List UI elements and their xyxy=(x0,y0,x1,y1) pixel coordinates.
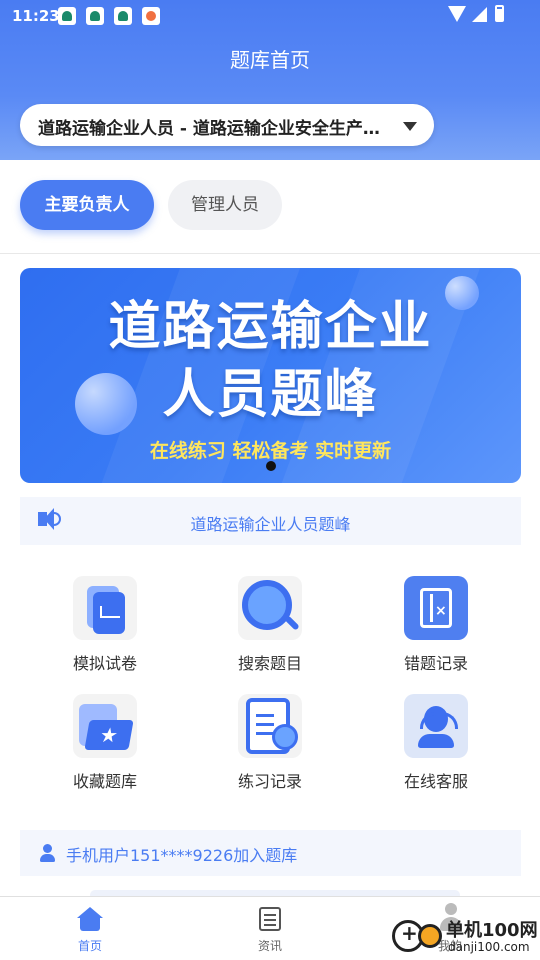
battery-icon xyxy=(495,5,504,22)
banner-title-line1: 道路运输企业 xyxy=(108,297,433,357)
mock-exam-icon xyxy=(73,576,137,640)
feature-label: 错题记录 xyxy=(403,654,468,673)
feature-label: 练习记录 xyxy=(237,772,302,791)
watermark-url: danji100.com xyxy=(448,940,530,954)
announcement-bar[interactable]: 道路运输企业人员题峰 xyxy=(20,497,521,545)
feature-label: 在线客服 xyxy=(403,772,468,791)
tab-managers[interactable]: 管理人员 xyxy=(168,180,282,230)
app-notification-icon xyxy=(86,7,104,25)
banner-title-line2: 人员题峰 xyxy=(162,365,379,425)
feature-label: 收藏题库 xyxy=(72,772,137,791)
status-bar: 11:23 xyxy=(0,0,540,32)
join-notice-bar: 手机用户151****9226加入题库 xyxy=(20,830,521,876)
wrong-questions-icon xyxy=(404,576,468,640)
feature-customer-service[interactable]: 在线客服 xyxy=(366,690,506,800)
watermark-logo-icon xyxy=(418,924,442,948)
watermark: 单机100网 danji100.com xyxy=(392,914,538,958)
customer-service-icon xyxy=(404,694,468,758)
wifi-icon xyxy=(448,6,466,22)
feature-practice-record[interactable]: 练习记录 xyxy=(200,690,340,800)
status-time: 11:23 xyxy=(12,7,60,25)
feature-label: 搜索题目 xyxy=(237,654,302,673)
carousel-indicator[interactable] xyxy=(266,461,276,471)
feature-mock-exam[interactable]: 模拟试卷 xyxy=(35,572,175,682)
news-icon xyxy=(259,907,281,931)
user-icon xyxy=(40,844,55,862)
banner-subtitle: 在线练习 轻松备考 实时更新 xyxy=(149,440,392,462)
feature-favorites[interactable]: 收藏题库 xyxy=(35,690,175,800)
practice-record-icon xyxy=(238,694,302,758)
health-app-notification-icon xyxy=(142,7,160,25)
app-notification-icon xyxy=(114,7,132,25)
feature-wrong-questions[interactable]: 错题记录 xyxy=(366,572,506,682)
promo-banner[interactable]: 道路运输企业 人员题峰 在线练习 轻松备考 实时更新 xyxy=(20,268,521,483)
search-icon xyxy=(238,576,302,640)
announcement-text: 道路运输企业人员题峰 xyxy=(190,515,351,534)
page-title: 题库首页 xyxy=(230,48,310,72)
signal-icon xyxy=(472,7,487,22)
tabbar-news[interactable]: 资讯 xyxy=(180,897,360,960)
feature-search-questions[interactable]: 搜索题目 xyxy=(200,572,340,682)
exam-category-value: 道路运输企业人员 - 道路运输企业安全生产管理人员 xyxy=(38,119,388,139)
tab-main-responsible[interactable]: 主要负责人 xyxy=(20,180,154,230)
tabbar-label: 首页 xyxy=(77,939,102,953)
chevron-down-icon[interactable] xyxy=(403,122,417,131)
role-tabs: 主要负责人 管理人员 xyxy=(0,160,540,254)
watermark-brand: 单机100网 xyxy=(446,920,538,941)
favorites-folder-icon xyxy=(73,694,137,758)
exam-category-selector[interactable]: 道路运输企业人员 - 道路运输企业安全生产管理人员 xyxy=(20,104,434,146)
tabbar-label: 资讯 xyxy=(257,939,282,953)
home-icon xyxy=(77,907,103,931)
tabbar-home[interactable]: 首页 xyxy=(0,897,180,960)
app-notification-icon xyxy=(58,7,76,25)
feature-label: 模拟试卷 xyxy=(72,654,137,673)
join-notice-text: 手机用户151****9226加入题库 xyxy=(66,846,298,865)
